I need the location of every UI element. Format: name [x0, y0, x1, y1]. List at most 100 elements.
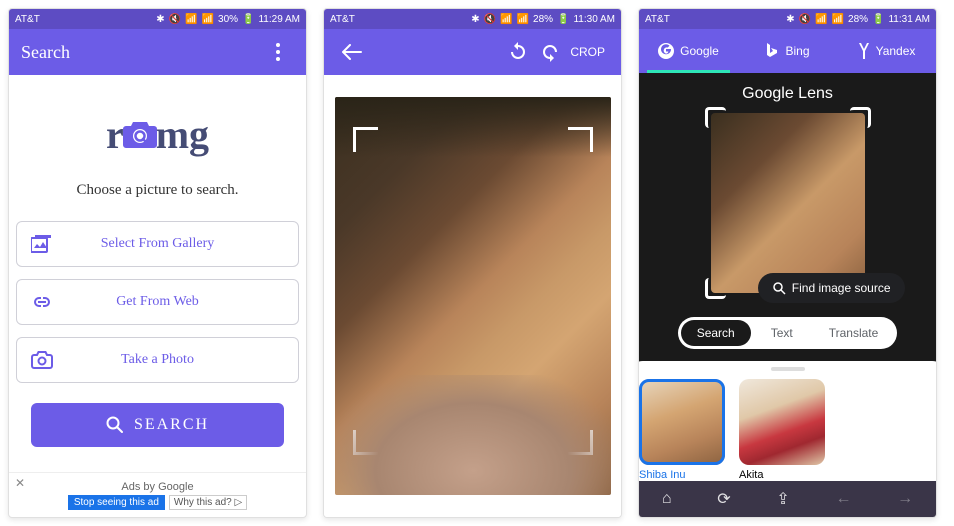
- mode-search[interactable]: Search: [681, 320, 751, 346]
- web-label: Get From Web: [77, 294, 238, 310]
- crop-handle-tr[interactable]: [568, 127, 593, 152]
- mute-icon: 🔇: [799, 14, 811, 25]
- time-label: 11:31 AM: [888, 14, 930, 25]
- overflow-menu-button[interactable]: [262, 36, 294, 68]
- results-panel[interactable]: Shiba Inu Akita: [639, 361, 936, 481]
- rotate-right-button[interactable]: [534, 36, 566, 68]
- nav-home-button[interactable]: ⌂: [662, 490, 672, 508]
- lens-title: Google Lens: [742, 85, 833, 103]
- crop-handle-br[interactable]: [568, 430, 593, 455]
- select-from-gallery-button[interactable]: Select From Gallery: [16, 221, 299, 267]
- web-icon: [31, 295, 53, 309]
- stop-ad-button[interactable]: Stop seeing this ad: [68, 495, 165, 510]
- bing-icon: [765, 43, 779, 59]
- crop-toolbar: CROP: [324, 29, 621, 75]
- tab-google[interactable]: Google: [639, 29, 738, 73]
- nav-forward-button[interactable]: →: [897, 490, 913, 508]
- carrier-label: AT&T: [645, 14, 670, 25]
- signal-icon: 📶: [202, 14, 214, 25]
- rotate-left-button[interactable]: [502, 36, 534, 68]
- nav-back-button[interactable]: ←: [835, 490, 851, 508]
- app-logo: r mg: [106, 111, 209, 158]
- rotate-ccw-icon: [508, 42, 528, 62]
- preview-corner-bl: [705, 278, 726, 299]
- bluetooth-icon: ✱: [156, 14, 164, 25]
- lens-preview-image[interactable]: Find image source: [711, 113, 865, 293]
- result-card-2[interactable]: Akita: [739, 379, 825, 481]
- preview-corner-tr: [850, 107, 871, 128]
- ads-by-label: Ads by Google: [121, 481, 193, 493]
- gallery-icon: [31, 235, 53, 253]
- lens-body: Google Lens Find image source Search Tex…: [639, 73, 936, 481]
- crop-button[interactable]: CROP: [566, 36, 609, 68]
- screen-search-home: AT&T ✱ 🔇 📶 📶 30% 🔋 11:29 AM Search r mg …: [8, 8, 307, 518]
- carrier-label: AT&T: [330, 14, 355, 25]
- status-bar: AT&T ✱ 🔇 📶 📶 30% 🔋 11:29 AM: [9, 9, 306, 29]
- why-ad-button[interactable]: Why this ad? ▷: [169, 495, 247, 510]
- time-label: 11:29 AM: [258, 14, 300, 25]
- arrow-left-icon: [342, 44, 362, 60]
- take-photo-button[interactable]: Take a Photo: [16, 337, 299, 383]
- bluetooth-icon: ✱: [786, 14, 794, 25]
- crop-area: [324, 75, 621, 517]
- result-label: Akita: [739, 469, 825, 481]
- crop-handle-tl[interactable]: [353, 127, 378, 152]
- mode-translate[interactable]: Translate: [813, 320, 895, 346]
- preview-corner-tl: [705, 107, 726, 128]
- result-image: [739, 379, 825, 465]
- page-title: Search: [21, 42, 262, 63]
- search-button[interactable]: SEARCH: [31, 403, 284, 447]
- nav-share-button[interactable]: ⇪: [776, 489, 789, 509]
- wifi-icon: 📶: [815, 14, 827, 25]
- crop-handle-bl[interactable]: [353, 430, 378, 455]
- prompt-text: Choose a picture to search.: [76, 182, 238, 199]
- battery-label: 28%: [848, 14, 868, 25]
- lens-search-icon: [772, 281, 786, 295]
- tab-bing[interactable]: Bing: [738, 29, 837, 73]
- search-icon: [106, 416, 124, 434]
- bottom-nav: ⌂ ⟳ ⇪ ← →: [639, 481, 936, 517]
- signal-icon: 📶: [832, 14, 844, 25]
- crop-image[interactable]: [335, 97, 611, 495]
- result-image: [639, 379, 725, 465]
- battery-icon: 🔋: [872, 14, 884, 25]
- status-bar: AT&T ✱ 🔇 📶 📶 28% 🔋 11:30 AM: [324, 9, 621, 29]
- tab-yandex[interactable]: Yandex: [837, 29, 936, 73]
- signal-icon: 📶: [517, 14, 529, 25]
- lens-mode-selector: Search Text Translate: [678, 317, 898, 349]
- time-label: 11:30 AM: [573, 14, 615, 25]
- wifi-icon: 📶: [500, 14, 512, 25]
- result-label: Shiba Inu: [639, 469, 725, 481]
- nav-reload-button[interactable]: ⟳: [717, 489, 730, 509]
- search-label: SEARCH: [134, 416, 209, 434]
- photo-label: Take a Photo: [77, 352, 238, 368]
- mode-text[interactable]: Text: [755, 320, 809, 346]
- main-content: r mg Choose a picture to search. Select …: [9, 75, 306, 517]
- engine-tabs: Google Bing Yandex: [639, 29, 936, 73]
- gallery-label: Select From Gallery: [77, 236, 238, 252]
- screen-lens-results: AT&T ✱ 🔇 📶 📶 28% 🔋 11:31 AM Google Bing …: [638, 8, 937, 518]
- mute-icon: 🔇: [169, 14, 181, 25]
- back-button[interactable]: [336, 36, 368, 68]
- battery-label: 28%: [533, 14, 553, 25]
- mute-icon: 🔇: [484, 14, 496, 25]
- screen-crop: AT&T ✱ 🔇 📶 📶 28% 🔋 11:30 AM CROP: [323, 8, 622, 518]
- dots-vertical-icon: [276, 43, 280, 61]
- bluetooth-icon: ✱: [471, 14, 479, 25]
- get-from-web-button[interactable]: Get From Web: [16, 279, 299, 325]
- rotate-cw-icon: [540, 42, 560, 62]
- battery-icon: 🔋: [242, 14, 254, 25]
- yandex-icon: [858, 43, 870, 59]
- camera-icon: [31, 351, 53, 369]
- ad-close-icon[interactable]: ✕: [15, 476, 25, 490]
- battery-icon: 🔋: [557, 14, 569, 25]
- find-image-source-button[interactable]: Find image source: [758, 273, 905, 303]
- app-bar: Search: [9, 29, 306, 75]
- crop-label: CROP: [570, 45, 605, 59]
- battery-label: 30%: [218, 14, 238, 25]
- camera-search-icon: [122, 120, 158, 150]
- result-card-1[interactable]: Shiba Inu: [639, 379, 725, 481]
- ad-banner: ✕ Ads by Google Stop seeing this ad Why …: [9, 472, 306, 517]
- crop-frame[interactable]: [353, 127, 593, 455]
- google-icon: [658, 43, 674, 59]
